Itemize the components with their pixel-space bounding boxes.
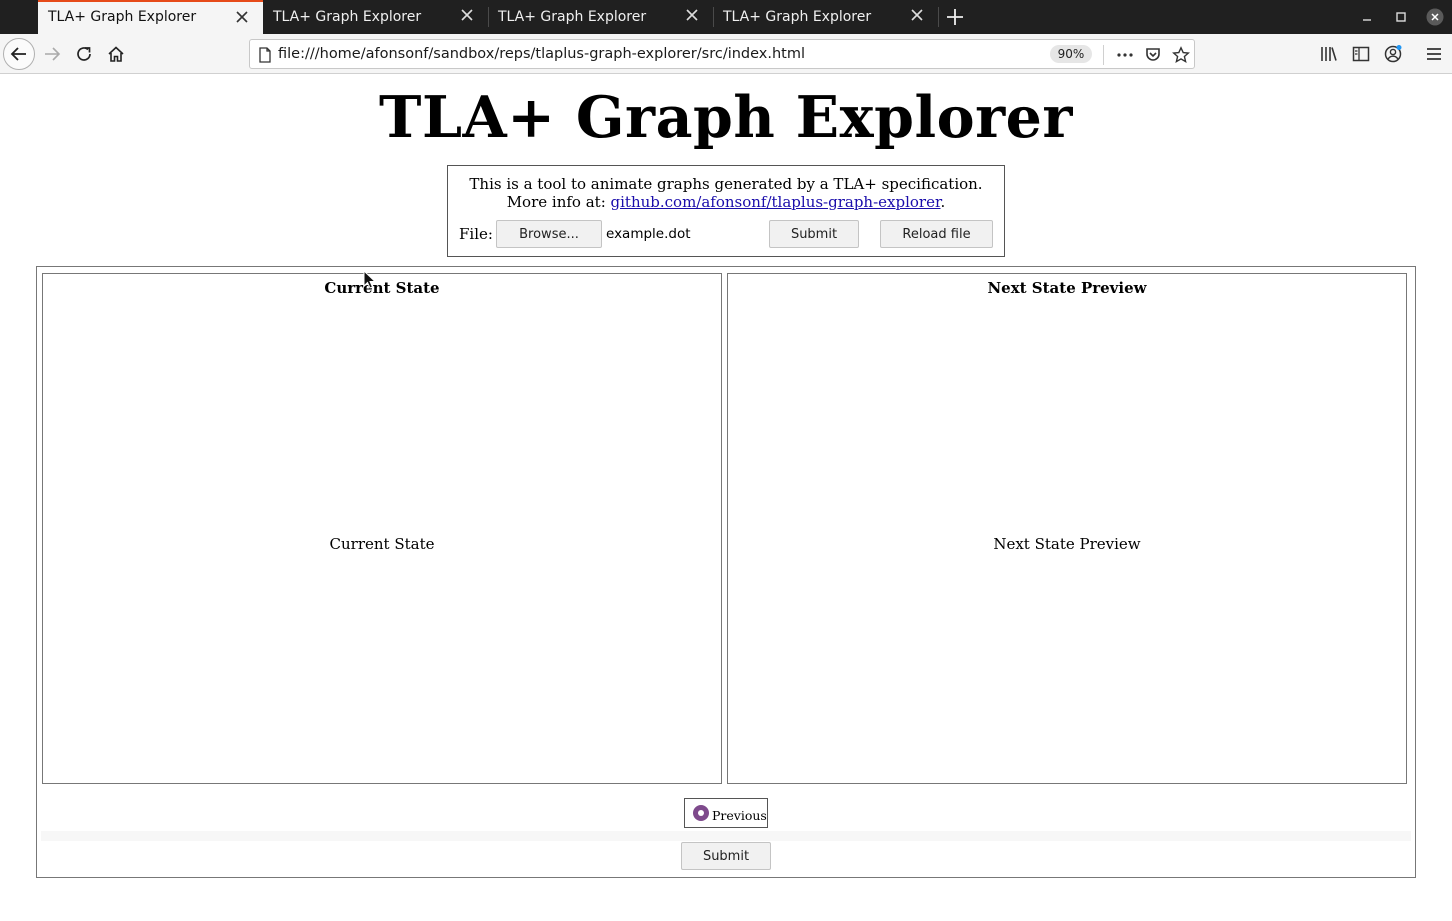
close-icon[interactable] — [235, 10, 249, 24]
close-icon[interactable] — [685, 8, 699, 22]
library-icon[interactable] — [1319, 44, 1339, 64]
close-icon[interactable] — [460, 8, 474, 22]
previous-radio[interactable] — [693, 805, 709, 821]
tab-1[interactable]: TLA+ Graph Explorer — [38, 0, 263, 34]
page-title: TLA+ Graph Explorer — [379, 84, 1073, 151]
more-actions-icon[interactable] — [1116, 46, 1134, 64]
tab-title: TLA+ Graph Explorer — [273, 9, 422, 25]
tab-title: TLA+ Graph Explorer — [723, 9, 872, 25]
explorer-container: Current State Current State Next State P… — [36, 266, 1416, 878]
more-info-label: More info at: — [506, 193, 611, 211]
mouse-cursor-icon — [363, 270, 377, 289]
account-icon[interactable] — [1383, 44, 1403, 64]
home-icon — [108, 46, 124, 62]
tab-bar: TLA+ Graph Explorer TLA+ Graph Explorer … — [0, 0, 1452, 34]
sidebar-icon[interactable] — [1351, 44, 1371, 64]
tab-title: TLA+ Graph Explorer — [48, 9, 197, 25]
info-box: This is a tool to animate graphs generat… — [447, 165, 1005, 257]
intro-text: This is a tool to animate graphs generat… — [469, 175, 983, 193]
reload-file-button[interactable]: Reload file — [880, 220, 993, 248]
previous-option[interactable]: Previous — [684, 798, 768, 828]
current-state-heading: Current State — [324, 279, 440, 297]
arrow-right-icon — [45, 47, 61, 61]
next-state-graph: Next State Preview — [993, 535, 1141, 553]
submit-file-button[interactable]: Submit — [769, 220, 859, 248]
page-content: TLA+ Graph Explorer This is a tool to an… — [0, 74, 1452, 921]
next-state-panel: Next State Preview Next State Preview — [727, 273, 1407, 784]
close-icon[interactable] — [910, 8, 924, 22]
previous-label: Previous — [712, 808, 767, 823]
minimize-icon[interactable] — [1358, 8, 1376, 26]
window-close-icon[interactable] — [1426, 8, 1444, 26]
selected-file-name: example.dot — [606, 226, 691, 242]
forward-button[interactable] — [36, 38, 68, 70]
tab-separator — [938, 7, 939, 27]
page-icon — [259, 47, 271, 63]
back-button[interactable] — [3, 38, 35, 70]
current-state-panel: Current State Current State — [42, 273, 722, 784]
more-info-line: More info at: github.com/afonsonf/tlaplu… — [448, 193, 1004, 211]
home-button[interactable] — [100, 38, 132, 70]
url-text[interactable]: file:///home/afonsonf/sandbox/reps/tlapl… — [278, 46, 805, 62]
divider — [41, 831, 1411, 841]
pocket-icon[interactable] — [1144, 46, 1162, 64]
zoom-level-badge[interactable]: 90% — [1050, 45, 1092, 63]
file-label: File: — [459, 225, 493, 243]
period: . — [940, 193, 946, 211]
new-tab-icon[interactable] — [944, 6, 966, 28]
browse-button[interactable]: Browse... — [496, 220, 602, 248]
tab-title: TLA+ Graph Explorer — [498, 9, 647, 25]
submit-transition-button[interactable]: Submit — [681, 842, 771, 870]
navigation-bar: file:///home/afonsonf/sandbox/reps/tlapl… — [0, 34, 1452, 74]
divider — [1103, 45, 1104, 65]
next-state-heading: Next State Preview — [987, 279, 1147, 297]
reload-button[interactable] — [68, 38, 100, 70]
reload-icon — [77, 47, 91, 61]
address-bar[interactable]: file:///home/afonsonf/sandbox/reps/tlapl… — [249, 39, 1195, 69]
arrow-left-icon — [10, 47, 26, 61]
current-state-graph: Current State — [329, 535, 435, 553]
tab-4[interactable]: TLA+ Graph Explorer — [713, 0, 938, 34]
github-link[interactable]: github.com/afonsonf/tlaplus-graph-explor… — [611, 193, 941, 211]
tab-2[interactable]: TLA+ Graph Explorer — [263, 0, 488, 34]
bookmark-star-icon[interactable] — [1172, 46, 1190, 64]
menu-icon[interactable] — [1424, 44, 1444, 64]
maximize-icon[interactable] — [1392, 8, 1410, 26]
tab-3[interactable]: TLA+ Graph Explorer — [488, 0, 713, 34]
